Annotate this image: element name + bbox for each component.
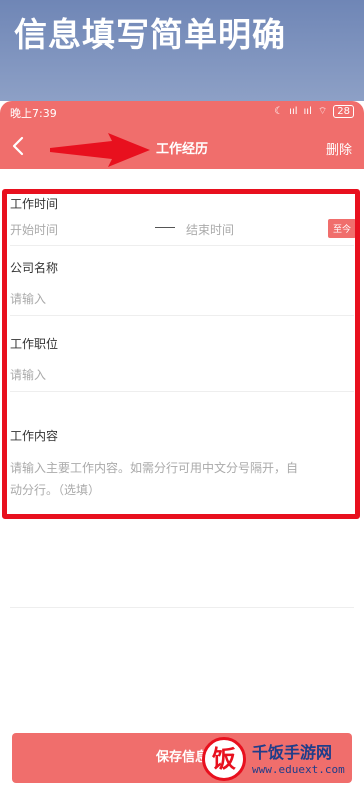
- company-input[interactable]: 请输入: [10, 290, 46, 307]
- divider: [10, 391, 354, 392]
- app-header: 晚上7:39 ☾ ııl ııl ⌔ 28 工作经历 删除: [0, 101, 364, 169]
- watermark-logo-icon: 饭: [202, 737, 246, 781]
- signal-icon-2: ııl: [303, 106, 312, 117]
- banner-caption: 信息填写简单明确: [14, 15, 286, 54]
- content-spacer: [0, 169, 364, 189]
- present-button[interactable]: 至今: [327, 219, 356, 238]
- status-bar: 晚上7:39 ☾ ııl ııl ⌔ 28: [0, 101, 364, 123]
- end-time-field[interactable]: 结束时间: [186, 221, 234, 238]
- divider: [10, 245, 354, 246]
- work-content-placeholder-line1: 请输入主要工作内容。如需分行可用中文分号隔开，自: [10, 461, 299, 475]
- nav-bar: 工作经历 删除: [0, 123, 364, 169]
- position-input[interactable]: 请输入: [10, 366, 46, 383]
- work-content-label: 工作内容: [10, 429, 59, 443]
- start-time-field[interactable]: 开始时间: [10, 221, 58, 238]
- work-content-textarea[interactable]: 请输入主要工作内容。如需分行可用中文分号隔开，自 动分行。（选填）: [10, 457, 354, 501]
- page-title: 工作经历: [155, 142, 208, 157]
- watermark-logo-char: 饭: [212, 745, 236, 773]
- work-content-placeholder-line2: 动分行。（选填）: [10, 483, 101, 497]
- work-time-label: 工作时间: [10, 197, 59, 211]
- promo-banner: 信息填写简单明确: [0, 0, 364, 101]
- watermark-title: 千饭手游网: [252, 743, 333, 762]
- divider: [10, 607, 354, 608]
- position-label: 工作职位: [10, 337, 59, 351]
- watermark-url: www.eduext.com: [252, 763, 345, 776]
- status-icons: ☾ ııl ııl ⌔ 28: [274, 105, 354, 118]
- range-dash: [155, 227, 175, 228]
- delete-button[interactable]: 删除: [326, 139, 352, 158]
- battery-icon: 28: [333, 105, 354, 118]
- divider: [10, 315, 354, 316]
- watermark: 饭 千饭手游网 www.eduext.com: [200, 735, 364, 788]
- status-time: 晚上7:39: [10, 107, 57, 120]
- company-label: 公司名称: [10, 261, 59, 275]
- signal-icon: ııl: [289, 106, 298, 117]
- moon-icon: ☾: [274, 106, 284, 117]
- wifi-icon: ⌔: [317, 106, 328, 117]
